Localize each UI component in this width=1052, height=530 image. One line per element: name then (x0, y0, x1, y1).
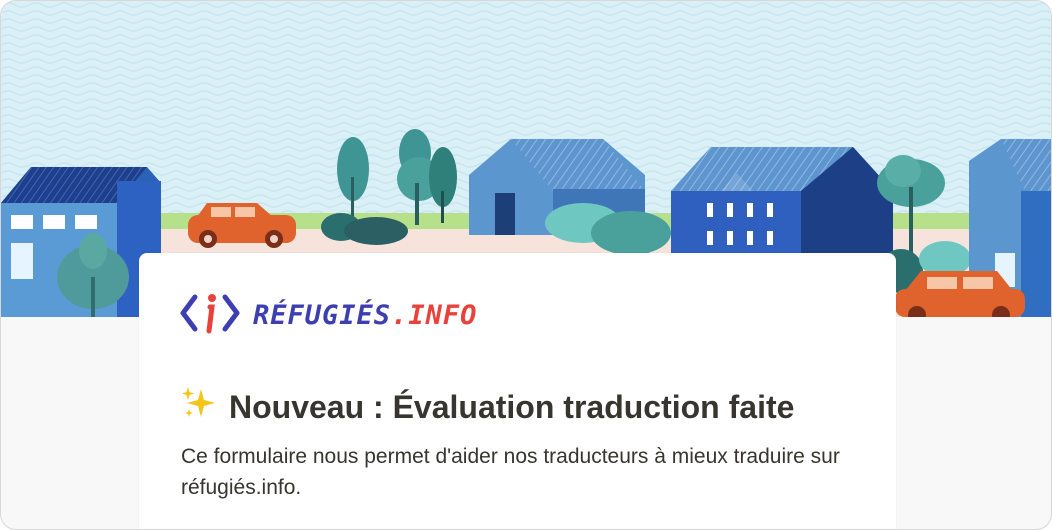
form-header-card: RÉFUGIÉS.INFO Nouveau : Évaluation tradu… (139, 253, 896, 529)
form-title: Nouveau : Évaluation traduction faite (181, 385, 794, 429)
logo-wordmark: RÉFUGIÉS.INFO (253, 300, 477, 331)
sparkles-icon (181, 385, 217, 429)
refugies-info-logo[interactable]: RÉFUGIÉS.INFO (179, 293, 477, 337)
form-title-text: Nouveau : Évaluation traduction faite (229, 388, 795, 425)
info-brackets-logo-icon (179, 291, 241, 340)
logo-wordmark-main: RÉFUGIÉS (253, 299, 392, 331)
form-description: Ce formulaire nous permet d'aider nos tr… (181, 445, 840, 499)
logo-wordmark-tld: INFO (408, 299, 478, 331)
form-cover-frame: RÉFUGIÉS.INFO Nouveau : Évaluation tradu… (0, 0, 1052, 530)
logo-wordmark-dot: . (391, 299, 409, 331)
